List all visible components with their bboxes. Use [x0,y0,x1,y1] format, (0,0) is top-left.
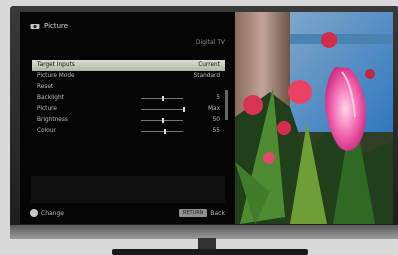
source-label: Digital TV [195,39,225,46]
menu-item-label: Backlight [37,95,64,101]
menu-item-target-inputs[interactable]: Target Inputs Current [32,60,225,71]
menu-item-value: Standard [193,73,220,79]
menu-item-backlight[interactable]: Backlight 5 [32,93,225,104]
menu-item-label: Reset [37,84,54,90]
backlight-slider[interactable] [141,96,183,101]
menu-item-picture-mode[interactable]: Picture Mode Standard [32,71,225,82]
colour-slider[interactable] [141,129,183,134]
slider-knob[interactable] [183,107,185,112]
tv-screen: Picture Digital TV Target Inputs Current… [20,12,393,224]
menu-item-picture[interactable]: Picture Max [32,104,225,115]
brightness-slider[interactable] [141,118,183,123]
slider-knob[interactable] [162,118,164,123]
menu-footer: Change RETURN Back [30,207,225,219]
menu-item-brightness[interactable]: Brightness 50 [32,115,225,126]
footer-change-label: Change [41,209,64,217]
footer-back: RETURN Back [178,209,225,217]
menu-scrollbar[interactable] [225,90,228,120]
picture-icon [30,23,40,29]
menu-item-value: 5 [216,95,220,101]
menu-item-value: 50 [212,117,220,123]
footer-back-label: Back [210,209,225,217]
menu-item-value: Current [198,62,220,68]
menu-title: Picture [44,22,69,30]
flower-image [235,12,393,224]
picture-slider[interactable] [141,107,185,112]
menu-item-label: Colour [37,128,56,134]
menu-item-value: Max [208,106,220,112]
tv-bottom-bezel [10,225,398,239]
menu-item-colour[interactable]: Colour 55 [32,126,225,137]
footer-change: Change [30,209,64,217]
menu-item-label: Brightness [37,117,68,123]
menu-blank-area [31,176,225,203]
menu-header: Picture [30,22,68,30]
menu-list: Target Inputs Current Picture Mode Stand… [32,60,225,137]
tv-stand-base [112,249,308,255]
menu-item-value: 55 [212,128,220,134]
menu-item-label: Picture [37,106,57,112]
menu-item-label: Target Inputs [37,62,75,68]
return-button[interactable]: RETURN [178,209,208,217]
picture-menu: Picture Digital TV Target Inputs Current… [20,12,235,224]
menu-item-label: Picture Mode [37,73,75,79]
menu-item-reset[interactable]: Reset [32,82,225,93]
change-icon [30,209,38,217]
slider-knob[interactable] [164,129,167,134]
slider-knob[interactable] [162,96,164,101]
